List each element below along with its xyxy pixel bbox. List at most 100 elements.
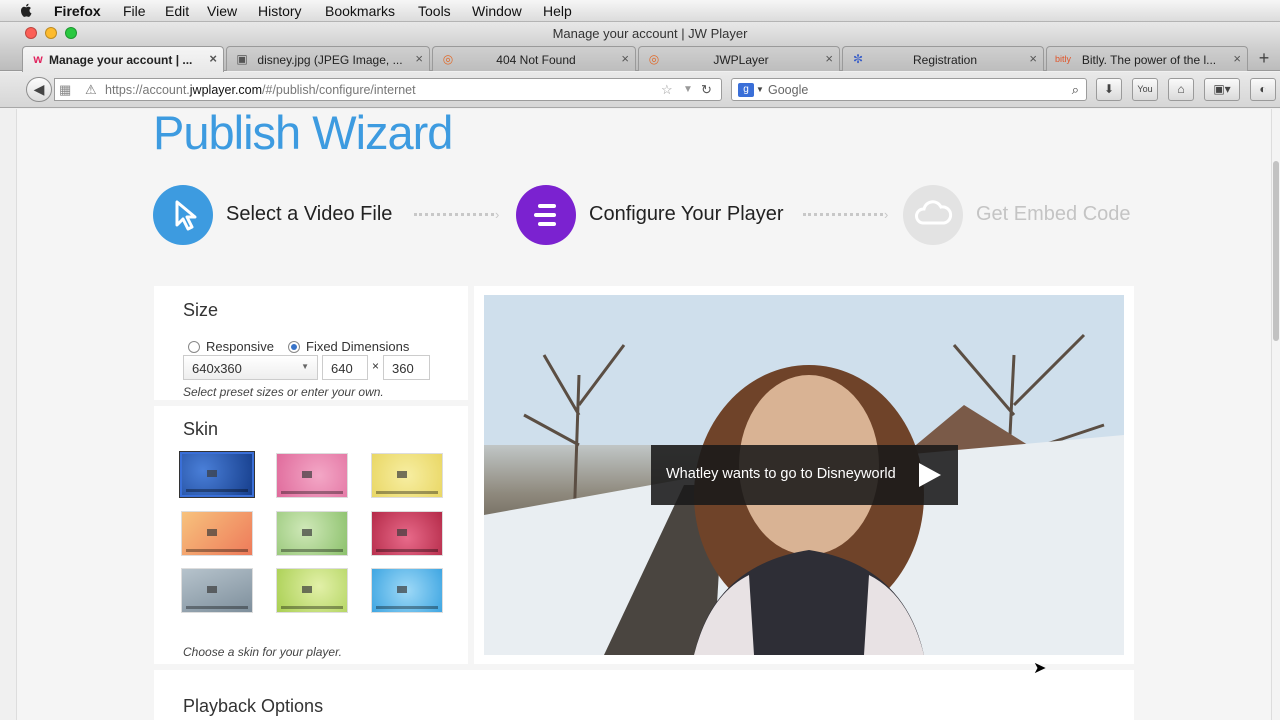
- close-tab-icon[interactable]: ×: [1233, 51, 1241, 66]
- reload-icon[interactable]: ↻: [701, 82, 712, 98]
- search-bar[interactable]: g ▼ Google ⌕: [731, 78, 1087, 101]
- skin-option-blue-dark[interactable]: [179, 451, 255, 498]
- skin-option-sky[interactable]: [371, 568, 443, 613]
- width-input[interactable]: 640: [322, 355, 368, 380]
- fixed-dimensions-radio[interactable]: Fixed Dimensions: [288, 339, 409, 354]
- control-bar: [281, 606, 343, 609]
- close-tab-icon[interactable]: ×: [209, 51, 217, 66]
- video-title-overlay[interactable]: Whatley wants to go to Disneyworld: [651, 445, 958, 505]
- radio-label: Responsive: [206, 339, 274, 354]
- window-title: Manage your account | JW Player: [552, 26, 748, 41]
- play-icon: [397, 471, 408, 479]
- control-bar: [186, 606, 248, 609]
- menu-app-name[interactable]: Firefox: [54, 3, 101, 19]
- control-bar: [186, 489, 248, 492]
- close-tab-icon[interactable]: ×: [415, 51, 423, 66]
- responsive-radio[interactable]: Responsive: [188, 339, 274, 354]
- back-button[interactable]: ◀: [26, 77, 52, 102]
- skin-option-red[interactable]: [371, 511, 443, 556]
- history-dropdown-icon[interactable]: ▼: [683, 84, 693, 95]
- screenshot-button[interactable]: ▣▾: [1204, 78, 1240, 101]
- play-icon: [302, 529, 313, 537]
- menu-edit[interactable]: Edit: [165, 3, 189, 19]
- menu-file[interactable]: File: [123, 3, 146, 19]
- tab-label: Registration: [912, 53, 978, 67]
- url-text: https://account.jwplayer.com/#/publish/c…: [105, 83, 416, 97]
- close-tab-icon[interactable]: ×: [621, 51, 629, 66]
- tab-registration[interactable]: ✼ Registration ×: [842, 46, 1044, 71]
- new-tab-icon[interactable]: +: [1254, 48, 1274, 68]
- menu-help[interactable]: Help: [543, 3, 572, 19]
- tab-bitly[interactable]: bitly Bitly. The power of the l... ×: [1046, 46, 1248, 71]
- site-identity-icon[interactable]: ▦: [59, 82, 71, 98]
- bookmark-star-icon[interactable]: ☆: [661, 82, 673, 98]
- skin-option-lime[interactable]: [276, 568, 348, 613]
- search-icon[interactable]: ⌕: [1072, 82, 1079, 98]
- google-search-engine-icon[interactable]: g: [738, 83, 754, 97]
- addon-button[interactable]: ◐: [1250, 78, 1276, 101]
- radio-circle: [188, 341, 200, 353]
- page-title: Publish Wizard: [153, 109, 453, 159]
- video-player[interactable]: Whatley wants to go to Disneyworld: [484, 295, 1124, 655]
- close-tab-icon[interactable]: ×: [1029, 51, 1037, 66]
- skin-option-orange[interactable]: [181, 511, 253, 556]
- skin-option-pink[interactable]: [276, 453, 348, 498]
- tab-jwplayer[interactable]: ◎ JWPLayer ×: [638, 46, 840, 71]
- control-bar: [376, 549, 438, 552]
- firefox-favicon-icon: ◎: [648, 52, 660, 66]
- control-bar: [186, 549, 248, 552]
- jw-favicon-icon: w: [33, 52, 43, 66]
- play-icon[interactable]: [917, 463, 941, 487]
- menu-window[interactable]: Window: [472, 3, 522, 19]
- menu-tools[interactable]: Tools: [418, 3, 451, 19]
- step-circle: [153, 185, 213, 245]
- cloud-icon: [915, 200, 953, 225]
- menu-history[interactable]: History: [258, 3, 302, 19]
- close-tab-icon[interactable]: ×: [825, 51, 833, 66]
- skin-option-green-light[interactable]: [276, 511, 348, 556]
- preset-size-select[interactable]: 640x360 ▼: [183, 355, 318, 380]
- times-sign: ×: [372, 359, 380, 373]
- skin-option-yellow[interactable]: [371, 453, 443, 498]
- tab-404[interactable]: ◎ 404 Not Found ×: [432, 46, 636, 71]
- page-scrollbar[interactable]: [1271, 109, 1280, 720]
- page-content: Publish Wizard Select a Video File › Con…: [16, 109, 1271, 720]
- youtube-icon: You: [1137, 84, 1153, 94]
- play-icon: [302, 586, 313, 594]
- back-arrow-icon: ◀: [33, 81, 45, 97]
- menu-bookmarks[interactable]: Bookmarks: [325, 3, 395, 19]
- tab-disney-jpg[interactable]: ▣ disney.jpg (JPEG Image, ... ×: [226, 46, 430, 71]
- step-circle: [516, 185, 576, 245]
- size-hint: Select preset sizes or enter your own.: [183, 385, 384, 399]
- scrollbar-thumb[interactable]: [1273, 161, 1279, 341]
- menu-view[interactable]: View: [207, 3, 237, 19]
- url-bar[interactable]: ▦ ⚠ https://account.jwplayer.com/#/publi…: [54, 78, 722, 101]
- step-connector: [803, 213, 883, 217]
- downloads-button[interactable]: ⬇: [1096, 78, 1122, 101]
- playback-heading: Playback Options: [183, 696, 324, 716]
- size-panel: Size Responsive Fixed Dimensions 640x360…: [154, 286, 468, 400]
- control-bar: [376, 491, 438, 494]
- tab-label: 404 Not Found: [496, 53, 576, 67]
- youtube-button[interactable]: You: [1132, 78, 1158, 101]
- chevron-right-icon: ›: [495, 207, 500, 222]
- window-titlebar: Manage your account | JW Player: [0, 22, 1280, 44]
- home-button[interactable]: ⌂: [1168, 78, 1194, 101]
- play-icon: [207, 470, 218, 478]
- apple-icon[interactable]: [19, 2, 33, 18]
- height-input[interactable]: 360: [383, 355, 430, 380]
- tab-manage-account[interactable]: w Manage your account | ... ×: [22, 46, 224, 72]
- layers-icon: [534, 204, 556, 226]
- tab-label: Bitly. The power of the l...: [1081, 53, 1217, 67]
- step-label: Select a Video File: [226, 203, 393, 225]
- step-circle: [903, 185, 963, 245]
- skin-panel: Skin Choose a skin for your player.: [154, 406, 468, 664]
- play-icon: [207, 586, 218, 594]
- engine-dropdown-icon[interactable]: ▼: [756, 85, 764, 94]
- tab-label: Manage your account | ...: [49, 53, 193, 67]
- screenshot-icon: ▣▾: [1213, 82, 1231, 96]
- skin-option-gray-blue[interactable]: [181, 568, 253, 613]
- play-icon: [397, 529, 408, 537]
- search-placeholder: Google: [768, 83, 809, 97]
- cursor-icon: [175, 200, 197, 231]
